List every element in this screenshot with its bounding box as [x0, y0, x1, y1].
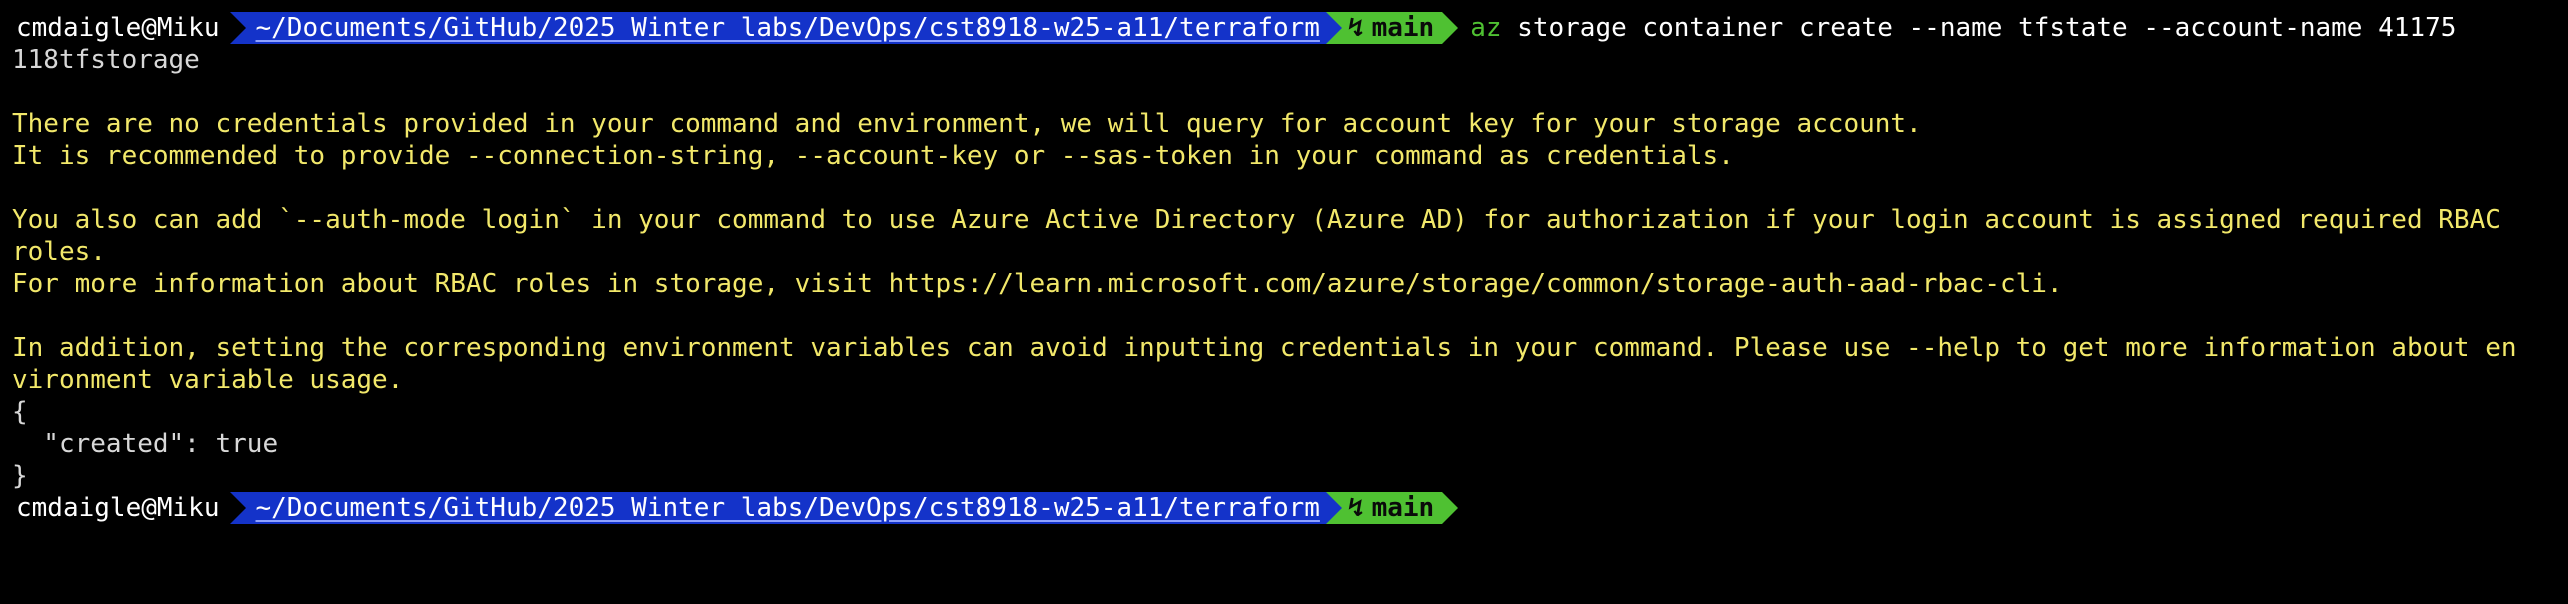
- prompt-separator-arrow: [1442, 492, 1459, 524]
- terminal-window[interactable]: cmdaigle@Miku ~/Documents/GitHub/2025 Wi…: [0, 0, 2568, 604]
- warning-line: [12, 172, 2568, 204]
- json-line: }: [12, 461, 28, 491]
- prompt-separator-arrow: [229, 492, 246, 524]
- git-branch-icon: ↯: [1347, 13, 1364, 43]
- prompt-git-segment: ↯ main: [1341, 12, 1443, 44]
- command-program: az: [1470, 13, 1502, 43]
- warning-line: vironment variable usage.: [12, 365, 404, 395]
- git-branch-name: main: [1371, 493, 1435, 523]
- prompt-git-segment: ↯ main: [1341, 492, 1443, 524]
- command-wrap-line: 118tfstorage: [12, 45, 200, 75]
- prompt-separator-arrow: [1325, 492, 1342, 524]
- prompt-user-host: cmdaigle@Miku: [0, 492, 230, 524]
- prompt-line-2[interactable]: cmdaigle@Miku ~/Documents/GitHub/2025 Wi…: [0, 492, 2568, 524]
- git-branch-icon: ↯: [1347, 493, 1364, 523]
- prompt-separator-arrow: [1325, 12, 1342, 44]
- warning-line: [12, 300, 2568, 332]
- warning-line: roles.: [12, 237, 106, 267]
- warning-output: There are no credentials provided in you…: [12, 108, 2568, 396]
- warning-line: It is recommended to provide --connectio…: [12, 141, 1734, 171]
- json-line: "created": true: [12, 429, 279, 459]
- command-args: storage container create --name tfstate …: [1501, 13, 2457, 43]
- json-output: { "created": true}: [12, 396, 2568, 492]
- prompt-path: ~/Documents/GitHub/2025 Winter labs/DevO…: [245, 492, 1326, 524]
- warning-line: In addition, setting the corresponding e…: [12, 333, 2517, 363]
- json-line: {: [12, 397, 28, 427]
- prompt-line-1: cmdaigle@Miku ~/Documents/GitHub/2025 Wi…: [0, 12, 2568, 44]
- prompt-path: ~/Documents/GitHub/2025 Winter labs/DevO…: [245, 12, 1326, 44]
- prompt-separator-arrow: [229, 12, 246, 44]
- git-branch-name: main: [1371, 13, 1435, 43]
- prompt-separator-arrow: [1442, 12, 1459, 44]
- warning-line: There are no credentials provided in you…: [12, 109, 1922, 139]
- warning-line: For more information about RBAC roles in…: [12, 269, 2063, 299]
- warning-line: You also can add `--auth-mode login` in …: [12, 205, 2501, 235]
- prompt-user-host: cmdaigle@Miku: [0, 12, 230, 44]
